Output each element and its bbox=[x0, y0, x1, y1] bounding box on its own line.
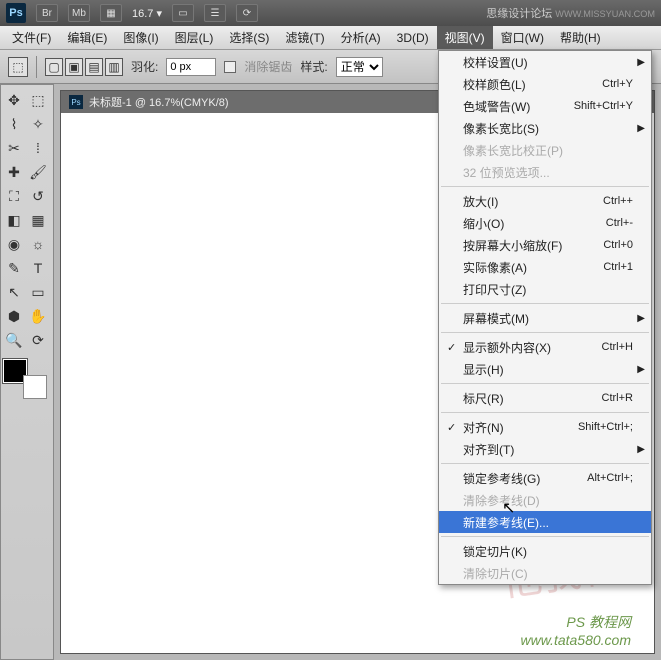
zoom-display[interactable]: 16.7 ▾ bbox=[132, 7, 162, 20]
menu-item[interactable]: 标尺(R)Ctrl+R bbox=[439, 387, 651, 409]
footer-watermark: PS 教程网 www.tata580.com bbox=[521, 612, 632, 648]
menu-2[interactable]: 图像(I) bbox=[115, 26, 166, 49]
menu-7[interactable]: 3D(D) bbox=[389, 28, 437, 48]
menu-4[interactable]: 选择(S) bbox=[221, 26, 277, 49]
menu-item[interactable]: 显示(H)▶ bbox=[439, 358, 651, 380]
style-label: 样式: bbox=[300, 58, 327, 75]
tool-gradient[interactable]: ▦ bbox=[27, 209, 49, 231]
titlebar-watermark: 思缘设计论坛 WWW.MISSYUAN.COM bbox=[486, 5, 655, 21]
tool-3d[interactable]: ⬢ bbox=[3, 305, 25, 327]
subtract-selection[interactable]: ▤ bbox=[85, 58, 103, 76]
menu-6[interactable]: 分析(A) bbox=[333, 26, 389, 49]
menu-item[interactable]: 实际像素(A)Ctrl+1 bbox=[439, 256, 651, 278]
menu-item[interactable]: ✓对齐(N)Shift+Ctrl+; bbox=[439, 416, 651, 438]
tool-eraser[interactable]: ◧ bbox=[3, 209, 25, 231]
tool-hand[interactable]: ✋ bbox=[27, 305, 49, 327]
background-color[interactable] bbox=[23, 375, 47, 399]
arrange-button[interactable]: ▦ bbox=[100, 4, 122, 22]
tool-move[interactable]: ✥ bbox=[3, 89, 25, 111]
menu-item[interactable]: 屏幕模式(M)▶ bbox=[439, 307, 651, 329]
menu-item[interactable]: 校样设置(U)▶ bbox=[439, 51, 651, 73]
minibridge-button[interactable]: Mb bbox=[68, 4, 90, 22]
menu-item[interactable]: 缩小(O)Ctrl+- bbox=[439, 212, 651, 234]
tool-pen[interactable]: ✎ bbox=[3, 257, 25, 279]
feather-label: 羽化: bbox=[131, 58, 158, 75]
tool-blur[interactable]: ◉ bbox=[3, 233, 25, 255]
intersect-selection[interactable]: ▥ bbox=[105, 58, 123, 76]
tool-crop[interactable]: ✂ bbox=[3, 137, 25, 159]
tool-shape[interactable]: ▭ bbox=[27, 281, 49, 303]
style-select[interactable]: 正常 bbox=[336, 57, 383, 77]
bridge-button[interactable]: Br bbox=[36, 4, 58, 22]
menu-5[interactable]: 滤镜(T) bbox=[277, 26, 332, 49]
tool-type[interactable]: T bbox=[27, 257, 49, 279]
menu-item[interactable]: 锁定参考线(G)Alt+Ctrl+; bbox=[439, 467, 651, 489]
tool-marquee[interactable]: ⬚ bbox=[27, 89, 49, 111]
menu-1[interactable]: 编辑(E) bbox=[59, 26, 115, 49]
menu-item[interactable]: 放大(I)Ctrl++ bbox=[439, 190, 651, 212]
tool-stamp[interactable]: ⛶ bbox=[3, 185, 25, 207]
tool-rotate[interactable]: ⟳ bbox=[27, 329, 49, 351]
tool-brush[interactable]: 🖌 bbox=[27, 161, 49, 183]
document-title: 未标题-1 @ 16.7%(CMYK/8) bbox=[89, 94, 229, 110]
tool-eyedropper[interactable]: ⁞ bbox=[27, 137, 49, 159]
menu-3[interactable]: 图层(L) bbox=[167, 26, 222, 49]
antialias-label: 消除锯齿 bbox=[244, 58, 292, 75]
menu-item: 像素长宽比校正(P) bbox=[439, 139, 651, 161]
tool-wand[interactable]: ✧ bbox=[27, 113, 49, 135]
tool-history[interactable]: ↺ bbox=[27, 185, 49, 207]
rotate-view-button[interactable]: ⟳ bbox=[236, 4, 258, 22]
doc-icon: Ps bbox=[69, 95, 83, 109]
menu-item[interactable]: 色域警告(W)Shift+Ctrl+Y bbox=[439, 95, 651, 117]
marquee-tool-preset[interactable]: ⬚ bbox=[8, 57, 28, 77]
antialias-checkbox[interactable] bbox=[224, 61, 236, 73]
menu-10[interactable]: 帮助(H) bbox=[552, 26, 609, 49]
tool-dodge[interactable]: ☼ bbox=[27, 233, 49, 255]
new-selection[interactable]: ▢ bbox=[45, 58, 63, 76]
menu-item[interactable]: 新建参考线(E)... bbox=[439, 511, 651, 533]
menu-item[interactable]: 对齐到(T)▶ bbox=[439, 438, 651, 460]
extras-button[interactable]: ☰ bbox=[204, 4, 226, 22]
menu-item: 清除参考线(D) bbox=[439, 489, 651, 511]
selection-mode-group: ▢ ▣ ▤ ▥ bbox=[45, 58, 123, 76]
menu-item[interactable]: 像素长宽比(S)▶ bbox=[439, 117, 651, 139]
menu-item[interactable]: 按屏幕大小缩放(F)Ctrl+0 bbox=[439, 234, 651, 256]
menubar: 文件(F)编辑(E)图像(I)图层(L)选择(S)滤镜(T)分析(A)3D(D)… bbox=[0, 26, 661, 50]
tool-zoom[interactable]: 🔍 bbox=[3, 329, 25, 351]
menu-item[interactable]: 锁定切片(K) bbox=[439, 540, 651, 562]
color-swatches[interactable] bbox=[3, 359, 47, 399]
tool-path[interactable]: ↖ bbox=[3, 281, 25, 303]
menu-item[interactable]: 校样颜色(L)Ctrl+Y bbox=[439, 73, 651, 95]
menu-item[interactable]: ✓显示额外内容(X)Ctrl+H bbox=[439, 336, 651, 358]
menu-item: 32 位预览选项... bbox=[439, 161, 651, 183]
screen-mode-button[interactable]: ▭ bbox=[172, 4, 194, 22]
menu-item: 清除切片(C) bbox=[439, 562, 651, 584]
menu-8[interactable]: 视图(V) bbox=[437, 26, 493, 49]
titlebar: Ps Br Mb ▦ 16.7 ▾ ▭ ☰ ⟳ 思缘设计论坛 WWW.MISSY… bbox=[0, 0, 661, 26]
app-icon: Ps bbox=[6, 3, 26, 23]
tool-lasso[interactable]: ⌇ bbox=[3, 113, 25, 135]
toolbox: ✥ ⬚ ⌇ ✧ ✂ ⁞ ✚ 🖌 ⛶ ↺ ◧ ▦ ◉ ☼ ✎ T ↖ ▭ ⬢ ✋ … bbox=[0, 84, 54, 660]
menu-item[interactable]: 打印尺寸(Z) bbox=[439, 278, 651, 300]
add-selection[interactable]: ▣ bbox=[65, 58, 83, 76]
feather-input[interactable] bbox=[166, 58, 216, 76]
menu-0[interactable]: 文件(F) bbox=[4, 26, 59, 49]
view-menu-dropdown: 校样设置(U)▶校样颜色(L)Ctrl+Y色域警告(W)Shift+Ctrl+Y… bbox=[438, 50, 652, 585]
menu-9[interactable]: 窗口(W) bbox=[493, 26, 552, 49]
tool-heal[interactable]: ✚ bbox=[3, 161, 25, 183]
